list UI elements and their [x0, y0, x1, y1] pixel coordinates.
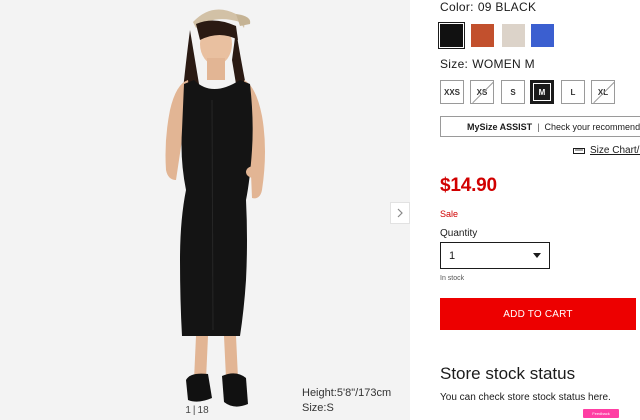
size-option-label: XXS: [443, 87, 460, 97]
mysize-text: Check your recommended s: [544, 121, 640, 132]
size-option-l[interactable]: L: [561, 80, 585, 104]
selected-color: 09 BLACK: [477, 0, 537, 14]
mysize-separator: |: [537, 121, 540, 132]
size-option-s[interactable]: S: [501, 80, 525, 104]
feedback-badge[interactable]: Feedback: [583, 409, 619, 418]
quantity-value: 1: [449, 249, 456, 262]
pager-total: 18: [197, 404, 209, 416]
chevron-right-icon: [397, 208, 403, 218]
size-option-label: S: [510, 87, 516, 97]
next-image-button[interactable]: [390, 202, 410, 224]
stock-status: In stock: [440, 275, 465, 282]
model-size: Size:S: [302, 402, 334, 414]
size-option-xl[interactable]: XL: [591, 80, 615, 104]
store-stock-text[interactable]: You can check store stock status here.: [440, 392, 611, 403]
product-price: $14.90: [440, 175, 497, 196]
size-option-m[interactable]: M: [530, 80, 554, 104]
unavailable-strike: [593, 81, 614, 103]
color-swatch-orange[interactable]: [471, 24, 494, 47]
unavailable-strike: [472, 81, 493, 103]
size-option-xxs[interactable]: XXS: [440, 80, 464, 104]
product-photo: [0, 0, 410, 420]
add-to-cart-button[interactable]: ADD TO CART: [440, 298, 636, 330]
color-swatch-natural[interactable]: [502, 24, 525, 47]
model-info: Height:5'8"/173cm Size:S: [302, 386, 391, 416]
size-option-label: L: [570, 87, 576, 97]
purchase-panel: Color:09 BLACK Size:WOMEN M XXS XS S M L…: [438, 0, 640, 420]
product-image-gallery: Height:5'8"/173cm Size:S 1 | 18: [0, 0, 410, 420]
size-row-label: Size: WOMEN M: [440, 57, 535, 71]
size-chart-link[interactable]: Size Chart/(: [573, 145, 640, 156]
color-row-label: Color: 09 BLACK: [440, 0, 536, 14]
model-height: Height:5'8"/173cm: [302, 387, 392, 399]
size-option-label: M: [538, 87, 546, 97]
sale-label: Sale: [440, 209, 459, 219]
mysize-brand: MySize ASSIST: [467, 121, 533, 132]
size-chart-label: Size Chart/(: [590, 145, 640, 156]
pager-separator: |: [192, 404, 196, 416]
color-swatch-blue[interactable]: [531, 24, 554, 47]
size-label: Size:: [440, 57, 469, 71]
color-label: Color:: [440, 0, 474, 14]
caret-down-icon: [533, 253, 541, 258]
store-stock-title: Store stock status: [440, 364, 576, 383]
quantity-label: Quantity: [440, 228, 478, 239]
pager-current: 1: [185, 404, 191, 416]
color-swatch-black[interactable]: [438, 22, 465, 49]
size-option-xs[interactable]: XS: [470, 80, 494, 104]
quantity-select[interactable]: 1: [440, 242, 550, 269]
selected-size: WOMEN M: [472, 57, 535, 71]
mysize-assist-button[interactable]: MySize ASSIST | Check your recommended s: [440, 116, 640, 137]
ruler-icon: [573, 147, 585, 154]
image-pager: 1 | 18: [183, 402, 211, 418]
